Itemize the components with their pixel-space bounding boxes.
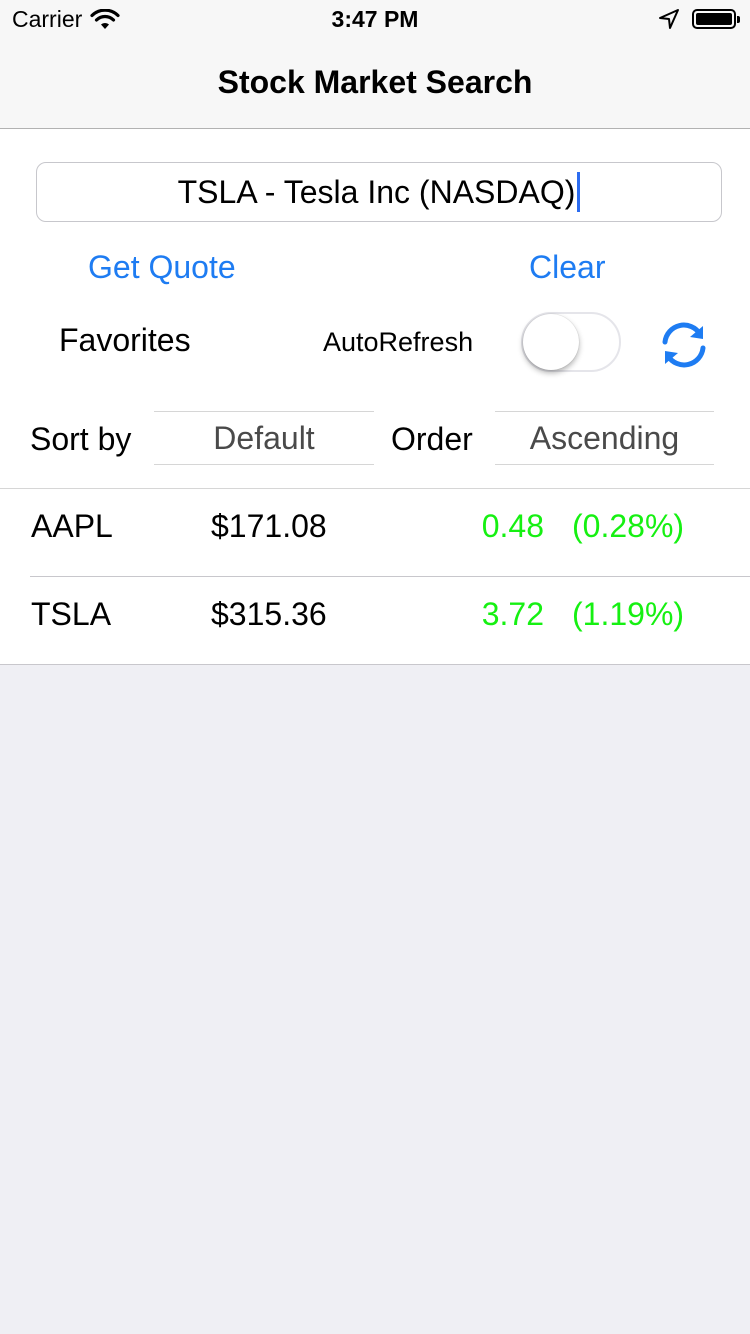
table-row[interactable]: AAPL $171.08 0.48 (0.28%) — [0, 489, 750, 576]
stock-change: 3.72 — [481, 596, 544, 632]
favorites-list: AAPL $171.08 0.48 (0.28%) TSLA $315.36 3… — [0, 489, 750, 665]
search-input-value: TSLA - Tesla Inc (NASDAQ) — [177, 173, 576, 210]
location-arrow-icon — [659, 9, 679, 29]
stock-symbol: AAPL — [31, 508, 113, 544]
navigation-bar: Carrier 3:47 PM Stock Market Search — [0, 0, 750, 129]
stock-change-percent: (1.19%) — [572, 596, 685, 632]
battery-fill — [696, 13, 732, 25]
autorefresh-toggle[interactable] — [521, 312, 621, 372]
stock-price: $315.36 — [211, 596, 327, 632]
get-quote-button[interactable]: Get Quote — [88, 249, 236, 286]
page-title: Stock Market Search — [217, 64, 533, 100]
clear-button[interactable]: Clear — [529, 249, 605, 286]
refresh-icon[interactable] — [656, 317, 712, 373]
autorefresh-label: AutoRefresh — [323, 327, 474, 357]
stock-price: $171.08 — [211, 508, 327, 544]
search-input[interactable]: TSLA - Tesla Inc (NASDAQ) — [36, 162, 722, 222]
text-caret — [577, 172, 581, 212]
stock-symbol: TSLA — [31, 596, 112, 632]
order-label: Order — [391, 421, 473, 457]
toggle-knob — [523, 314, 579, 370]
sort-by-value: Default — [213, 419, 315, 456]
battery-icon — [692, 9, 740, 29]
search-panel: TSLA - Tesla Inc (NASDAQ) Get Quote Clea… — [0, 129, 750, 489]
status-time: 3:47 PM — [331, 6, 419, 32]
order-picker[interactable]: Ascending — [495, 411, 714, 465]
sort-by-picker[interactable]: Default — [154, 411, 374, 465]
stock-change-percent: (0.28%) — [572, 508, 685, 544]
stock-change: 0.48 — [481, 508, 544, 544]
favorites-label: Favorites — [59, 322, 191, 358]
table-row[interactable]: TSLA $315.36 3.72 (1.19%) — [30, 576, 750, 664]
sort-by-label: Sort by — [30, 421, 132, 457]
order-value: Ascending — [529, 419, 680, 456]
status-right — [658, 8, 740, 30]
